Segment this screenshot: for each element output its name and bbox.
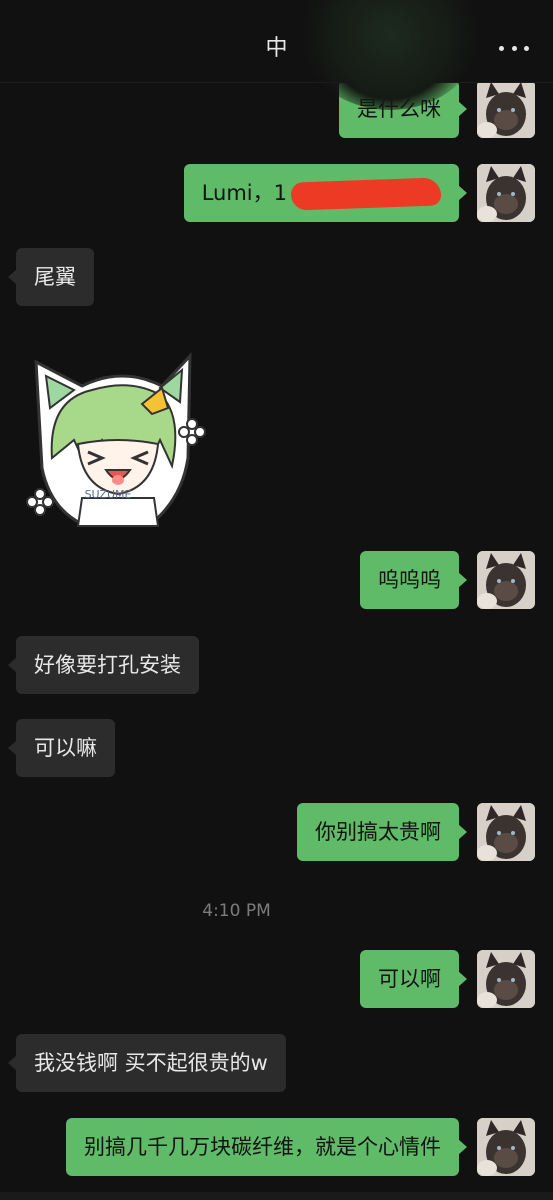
message-row-outgoing: 可以啊 xyxy=(0,950,553,1010)
more-dot-icon xyxy=(524,45,529,51)
message-bubble-incoming[interactable]: 好像要打孔安装 xyxy=(8,636,199,694)
my-avatar[interactable] xyxy=(477,164,535,222)
message-row-incoming: 可以嘛 xyxy=(0,719,553,779)
message-row-outgoing: Lumi，1 xyxy=(0,164,553,224)
message-text: 你别搞太贵啊 xyxy=(315,820,441,844)
message-row-outgoing: 别搞几千几万块碳纤维，就是个心情件 xyxy=(0,1118,553,1178)
chat-header: 中 xyxy=(0,0,553,110)
message-text: 呜呜呜 xyxy=(378,568,441,592)
chat-screen: 中 是什么咪 Lumi，1 xyxy=(0,0,553,1200)
sticker-message[interactable]: SUZUME xyxy=(22,348,222,528)
message-text: 好像要打孔安装 xyxy=(34,653,181,677)
message-row-outgoing: 是什么咪 xyxy=(0,80,553,140)
anime-girl-sticker-icon xyxy=(26,352,206,527)
message-bubble-outgoing[interactable]: Lumi，1 xyxy=(183,164,468,222)
cat-avatar-icon xyxy=(477,803,535,861)
my-avatar[interactable] xyxy=(477,551,535,609)
cat-avatar-icon xyxy=(477,950,535,1008)
more-dot-icon xyxy=(511,45,517,51)
message-bubble-incoming[interactable]: 可以嘛 xyxy=(8,719,115,777)
redaction-scribble xyxy=(290,177,442,211)
message-text: 别搞几千几万块碳纤维，就是个心情件 xyxy=(84,1135,441,1159)
message-row-incoming: 尾翼 xyxy=(0,248,553,308)
message-text: Lumi，1 xyxy=(201,181,287,205)
message-row-outgoing: 你别搞太贵啊 xyxy=(0,803,553,863)
cat-avatar-icon xyxy=(477,551,535,609)
message-bubble-outgoing[interactable]: 别搞几千几万块碳纤维，就是个心情件 xyxy=(66,1118,467,1176)
more-dot-icon xyxy=(499,45,504,51)
more-options-button[interactable] xyxy=(499,38,529,58)
message-text: 尾翼 xyxy=(34,265,76,289)
message-row-incoming: 好像要打孔安装 xyxy=(0,636,553,696)
my-avatar[interactable] xyxy=(477,1118,535,1176)
message-bubble-incoming[interactable]: 我没钱啊 买不起很贵的w xyxy=(8,1034,286,1092)
my-avatar[interactable] xyxy=(477,80,535,138)
cat-avatar-icon xyxy=(477,80,535,138)
sticker-label: SUZUME xyxy=(84,488,132,501)
message-row-outgoing: 呜呜呜 xyxy=(0,551,553,611)
message-text: 我没钱啊 买不起很贵的w xyxy=(34,1051,268,1075)
message-bubble-outgoing[interactable]: 可以啊 xyxy=(360,950,467,1008)
cat-avatar-icon xyxy=(477,164,535,222)
message-bubble-incoming[interactable]: 尾翼 xyxy=(8,248,94,306)
chat-title: 中 xyxy=(265,36,288,61)
message-text: 可以嘛 xyxy=(34,736,97,760)
bottom-edge xyxy=(0,1192,553,1200)
message-row-incoming: 我没钱啊 买不起很贵的w xyxy=(0,1034,553,1094)
message-bubble-outgoing[interactable]: 呜呜呜 xyxy=(360,551,467,609)
message-text: 可以啊 xyxy=(378,967,441,991)
my-avatar[interactable] xyxy=(477,803,535,861)
cat-avatar-icon xyxy=(477,1118,535,1176)
message-bubble-outgoing[interactable]: 你别搞太贵啊 xyxy=(297,803,467,861)
my-avatar[interactable] xyxy=(477,950,535,1008)
message-timestamp: 4:10 PM xyxy=(202,901,271,921)
